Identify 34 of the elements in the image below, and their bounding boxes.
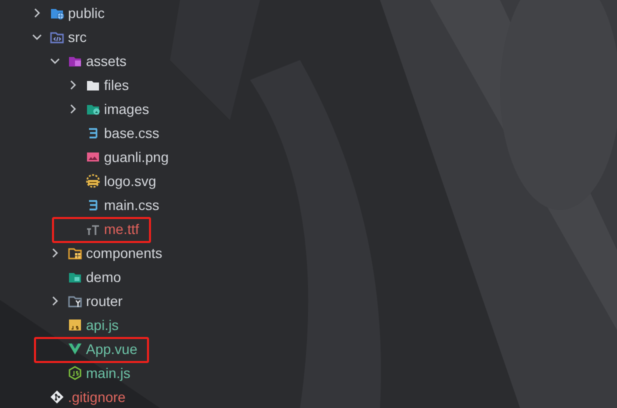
code-folder-icon [50,30,64,44]
file-name[interactable]: main.js [86,365,130,381]
folder-icon [68,54,82,68]
folder-name[interactable]: public [68,5,105,21]
svg-icon [86,174,100,188]
image-icon [86,150,100,164]
folder-name[interactable]: router [86,293,123,309]
image-folder-icon [68,270,82,284]
folder-name[interactable]: src [68,29,87,45]
folder-name[interactable]: assets [86,53,126,69]
file-name[interactable]: App.vue [86,341,138,357]
js-icon [68,318,82,332]
file-name[interactable]: api.js [86,317,119,333]
file-name[interactable]: me.ttf [104,221,140,237]
file-name[interactable]: main.css [104,197,160,213]
globe-folder-icon [50,6,64,20]
file-name[interactable]: guanli.png [104,149,169,165]
folder-name[interactable]: images [104,101,150,117]
grid-folder-icon [68,246,82,260]
hexagon-icon [68,366,82,380]
folder-name[interactable]: components [86,245,162,261]
font-icon [86,222,100,236]
vue-icon [68,342,82,356]
folder-icon [86,78,100,92]
folder-name[interactable]: demo [86,269,122,285]
branch-folder-icon [68,294,82,308]
file-name[interactable]: base.css [104,125,160,141]
css-icon [86,198,100,212]
git-icon [50,390,64,404]
image-folder-icon [86,102,100,116]
folder-name[interactable]: files [104,77,129,93]
file-name[interactable]: .gitignore [68,389,126,405]
css-icon [86,126,100,140]
file-name[interactable]: logo.svg [104,173,156,189]
